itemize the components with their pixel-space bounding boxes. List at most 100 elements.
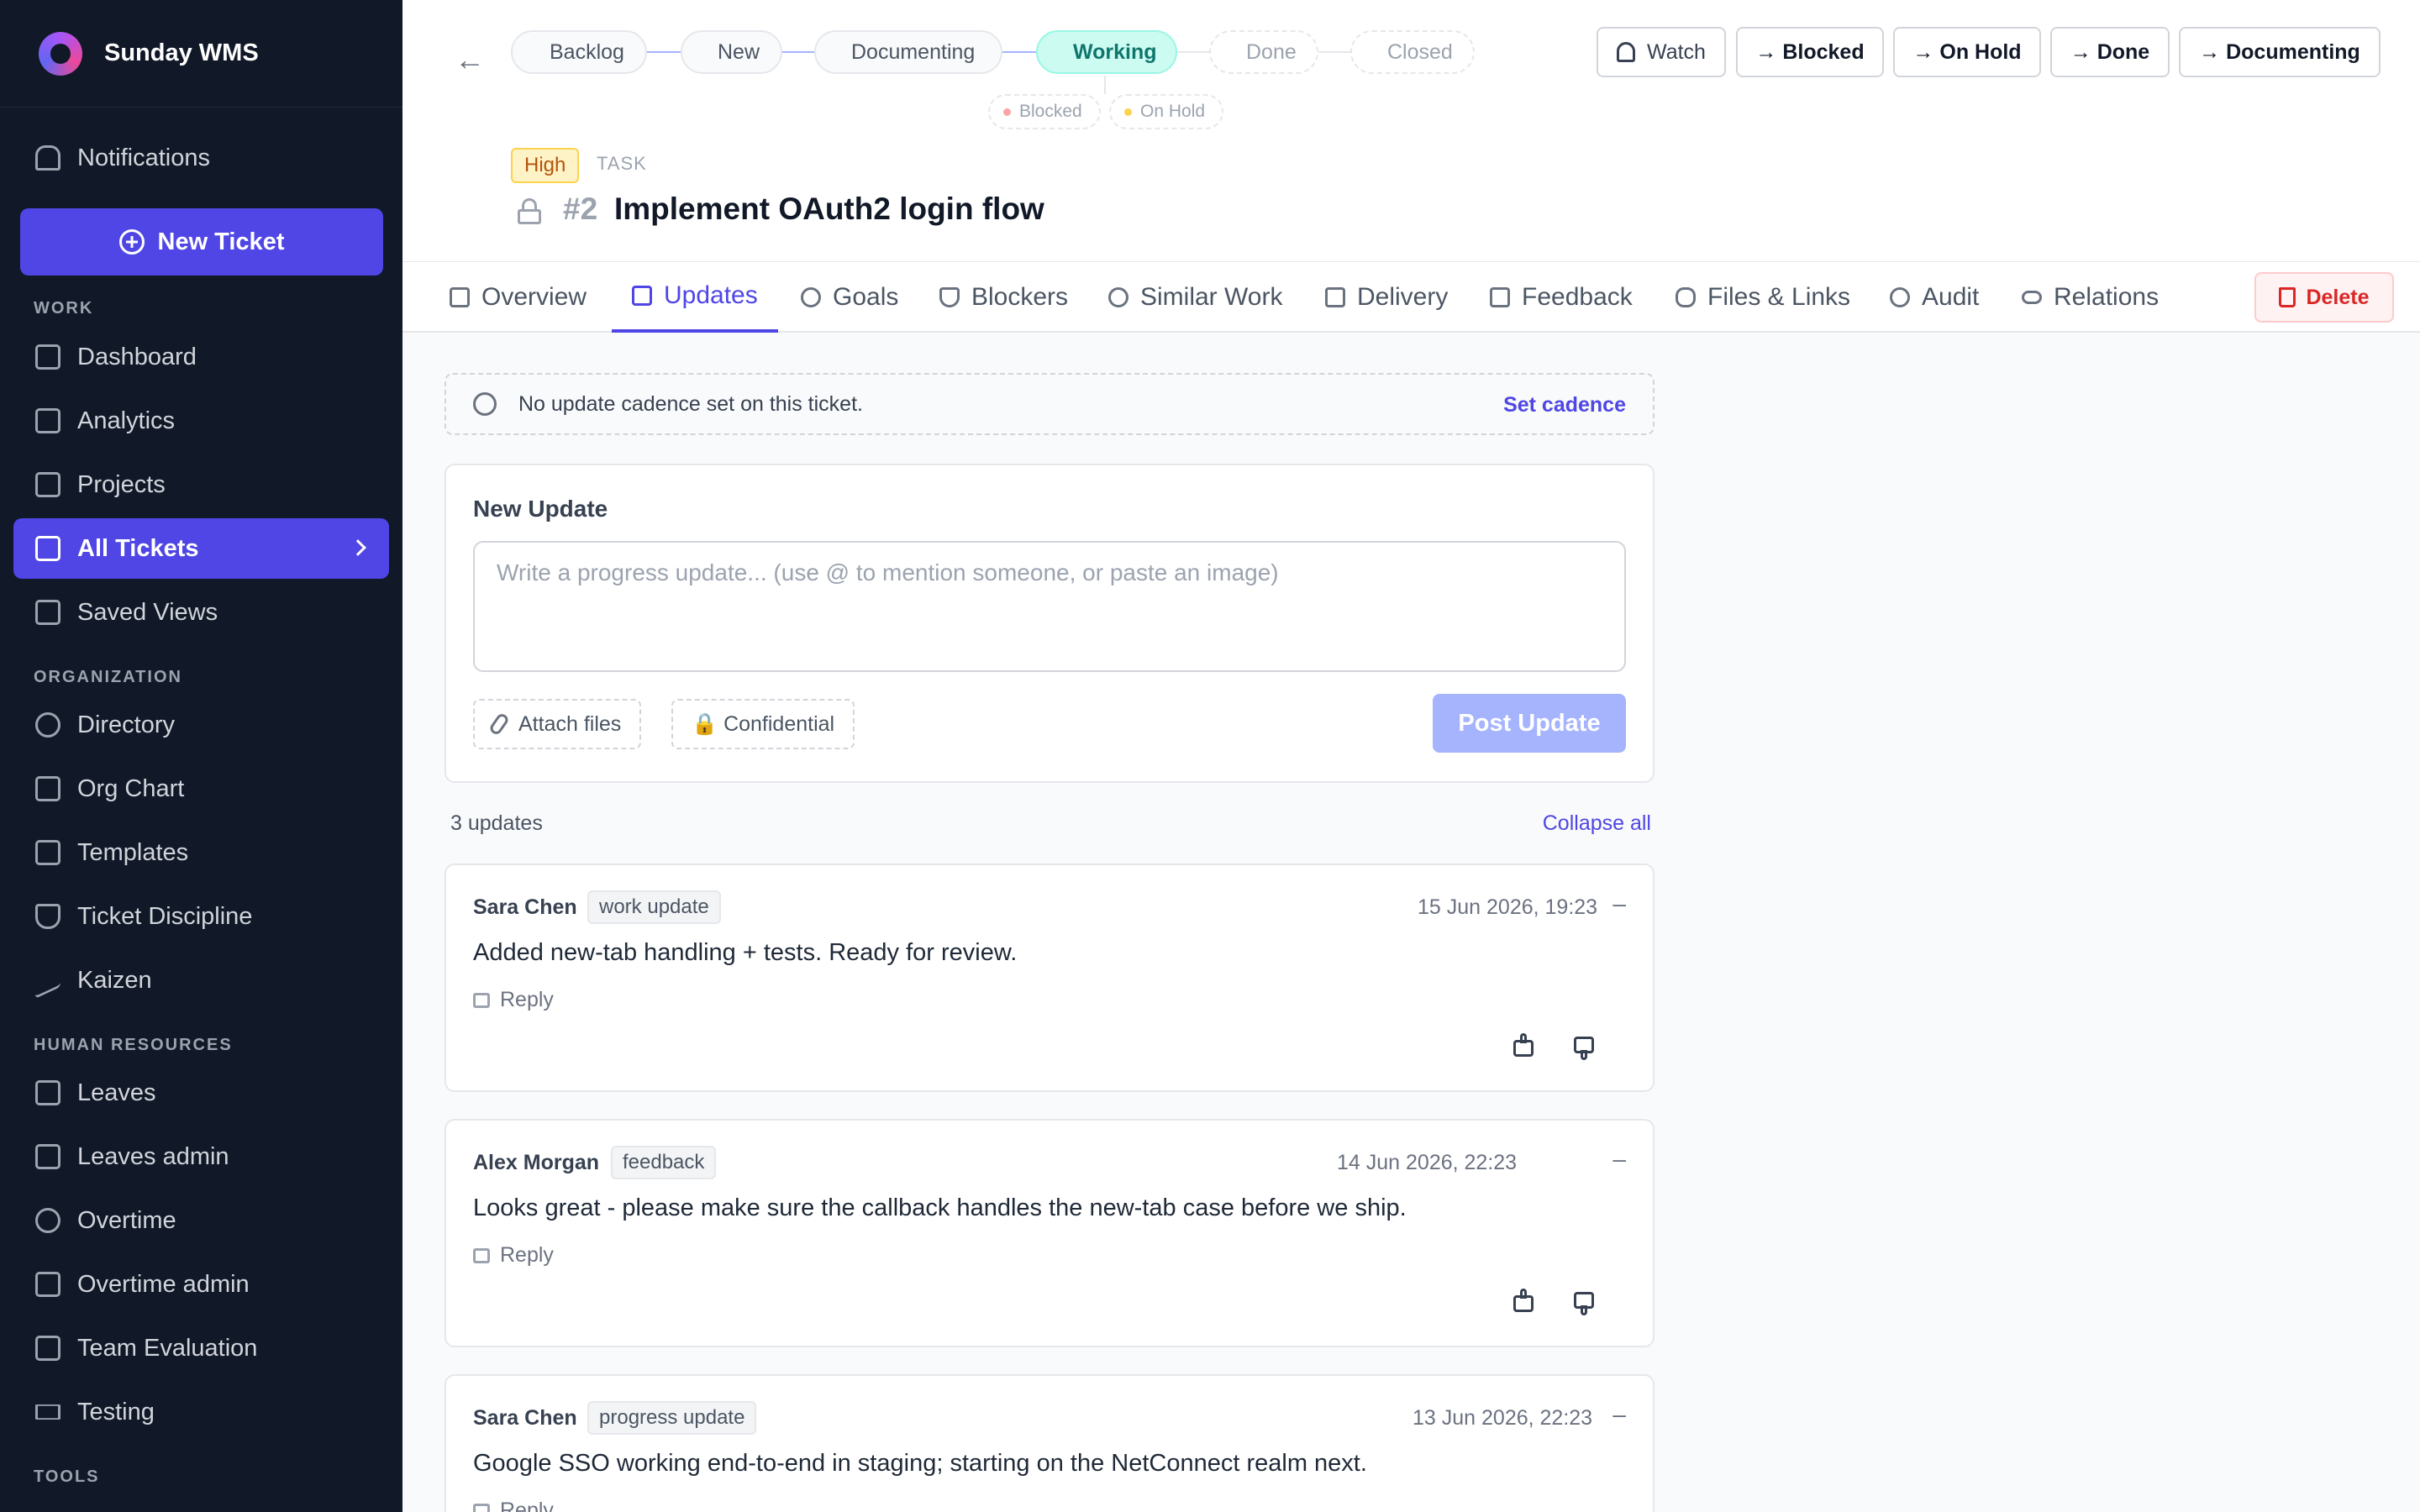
update-timestamp: 14 Jun 2026, 22:23 [1337, 1151, 1518, 1174]
delete-button[interactable]: Delete [2254, 272, 2394, 323]
update-timestamp: 13 Jun 2026, 22:23 [1413, 1406, 1593, 1430]
collapse-update-button[interactable]: – [1612, 1146, 1626, 1173]
update-author[interactable]: Alex Morgan [473, 1151, 599, 1175]
sidebar-item-ticket-discipline[interactable]: Ticket Discipline [13, 886, 389, 947]
sidebar-item-overtime-admin[interactable]: Overtime admin [13, 1254, 389, 1315]
stage-done[interactable]: Done [1209, 30, 1318, 74]
tab-feedback[interactable]: Feedback [1490, 262, 1633, 333]
tab-goals[interactable]: Goals [801, 262, 898, 333]
list-icon [35, 536, 60, 561]
watch-button[interactable]: Watch [1597, 27, 1726, 77]
thumbs-down-icon[interactable] [1570, 1289, 1597, 1315]
confidential-toggle[interactable]: 🔒 Confidential [671, 699, 855, 749]
shield-icon [939, 287, 960, 307]
sidebar-item-org-chart[interactable]: Org Chart [13, 759, 389, 819]
sidebar-item-saved-views[interactable]: Saved Views [13, 582, 389, 643]
stage-connector [1317, 51, 1352, 53]
unlock-icon[interactable] [518, 198, 541, 224]
side-state-on-hold[interactable]: On Hold [1109, 94, 1223, 129]
stage-documenting[interactable]: Documenting [814, 30, 1002, 74]
tab-similar-work[interactable]: Similar Work [1108, 262, 1282, 333]
calendar-icon [35, 1144, 60, 1169]
state-dot [1003, 108, 1011, 116]
update-card: Alex Morgan feedback 14 Jun 2026, 22:23 … [445, 1119, 1655, 1347]
stage-backlog[interactable]: Backlog [511, 30, 647, 74]
sidebar-item-directory[interactable]: Directory [13, 695, 389, 755]
main-content: ← Backlog New Documenting Working Done C… [402, 0, 2420, 1512]
update-body: Looks great - please make sure the callb… [473, 1194, 1407, 1221]
thumbs-up-icon[interactable] [1510, 1289, 1537, 1315]
ticket-type: TASK [597, 153, 647, 174]
stage-working[interactable]: Working [1036, 30, 1177, 74]
sidebar-item-all-tickets[interactable]: All Tickets [13, 518, 389, 579]
sidebar-item-overtime[interactable]: Overtime [13, 1190, 389, 1251]
sidebar-item-leaves-admin[interactable]: Leaves admin [13, 1126, 389, 1187]
tab-overview[interactable]: Overview [450, 262, 587, 333]
transition-on-hold-button[interactable]: → On Hold [1893, 27, 2041, 77]
stage-new[interactable]: New [681, 30, 782, 74]
transition-documenting-button[interactable]: → Documenting [2179, 27, 2381, 77]
sidebar-item-notifications[interactable]: Notifications [13, 128, 389, 188]
ticket-header: ← Backlog New Documenting Working Done C… [402, 0, 2420, 262]
bookmark-icon [35, 600, 60, 625]
sidebar-item-team-evaluation[interactable]: Team Evaluation [13, 1318, 389, 1378]
calendar-icon [35, 1080, 60, 1105]
reply-button[interactable]: Reply [473, 1499, 554, 1512]
sidebar-item-kaizen[interactable]: Kaizen [13, 950, 389, 1011]
target-icon [801, 287, 821, 307]
ticket-tabs: Overview Updates Goals Blockers Similar … [402, 262, 2420, 333]
set-cadence-link[interactable]: Set cadence [1503, 393, 1626, 417]
shield-check-icon [35, 904, 60, 929]
sidebar-item-dashboard[interactable]: Dashboard [13, 327, 389, 387]
new-ticket-button[interactable]: New Ticket [20, 208, 383, 276]
post-update-button[interactable]: Post Update [1433, 694, 1626, 753]
collapse-update-button[interactable]: – [1612, 1401, 1626, 1428]
sidebar-item-projects[interactable]: Projects [13, 454, 389, 515]
state-dot [1124, 108, 1132, 116]
collapse-update-button[interactable]: – [1612, 890, 1626, 917]
tab-delivery[interactable]: Delivery [1325, 262, 1448, 333]
brand[interactable]: Sunday WMS [0, 0, 402, 108]
section-label-tools: TOOLS [34, 1467, 100, 1486]
section-label-work: WORK [34, 299, 94, 318]
side-state-blocked[interactable]: Blocked [988, 94, 1101, 129]
sidebar-item-templates[interactable]: Templates [13, 822, 389, 883]
sidebar-item-analytics[interactable]: Analytics [13, 391, 389, 451]
sidebar: Sunday WMS Notifications New Ticket WORK… [0, 0, 402, 1512]
dashboard-icon [35, 344, 60, 370]
reply-button[interactable]: Reply [473, 1243, 554, 1268]
file-icon [450, 287, 470, 307]
thumbs-down-icon[interactable] [1570, 1033, 1597, 1060]
transition-blocked-button[interactable]: → Blocked [1736, 27, 1884, 77]
thumbs-up-icon[interactable] [1510, 1033, 1537, 1060]
stage-closed[interactable]: Closed [1350, 30, 1475, 74]
tab-files-links[interactable]: Files & Links [1676, 262, 1850, 333]
tab-audit[interactable]: Audit [1890, 262, 1979, 333]
clock-icon [1890, 287, 1910, 307]
graduation-cap-icon [35, 1404, 60, 1420]
collapse-all-link[interactable]: Collapse all [1537, 811, 1651, 836]
sidebar-item-testing[interactable]: Testing [13, 1382, 389, 1442]
chevron-right-icon [350, 539, 366, 556]
update-author[interactable]: Sara Chen [473, 895, 577, 920]
bell-icon [1617, 42, 1636, 62]
cadence-message: No update cadence set on this ticket. [518, 391, 863, 416]
update-tag: feedback [611, 1146, 717, 1179]
sidebar-item-leaves[interactable]: Leaves [13, 1063, 389, 1123]
update-textarea[interactable] [473, 541, 1626, 672]
bar-chart-icon [35, 408, 60, 433]
package-icon [1325, 287, 1345, 307]
clipboard-icon [35, 1272, 60, 1297]
transition-done-button[interactable]: → Done [2050, 27, 2170, 77]
attach-files-button[interactable]: Attach files [473, 699, 642, 749]
tab-blockers[interactable]: Blockers [939, 262, 1068, 333]
back-arrow-icon[interactable]: ← [455, 42, 485, 77]
tab-updates[interactable]: Updates [612, 262, 778, 333]
update-author[interactable]: Sara Chen [473, 1406, 577, 1431]
tab-relations[interactable]: Relations [2022, 262, 2159, 333]
update-card: Sara Chen work update 15 Jun 2026, 19:23… [445, 864, 1655, 1092]
trash-icon [2279, 287, 2296, 307]
reply-button[interactable]: Reply [473, 988, 554, 1012]
new-update-card: New Update Attach files 🔒 Confidential P… [445, 464, 1655, 783]
message-square-icon [473, 1247, 490, 1263]
